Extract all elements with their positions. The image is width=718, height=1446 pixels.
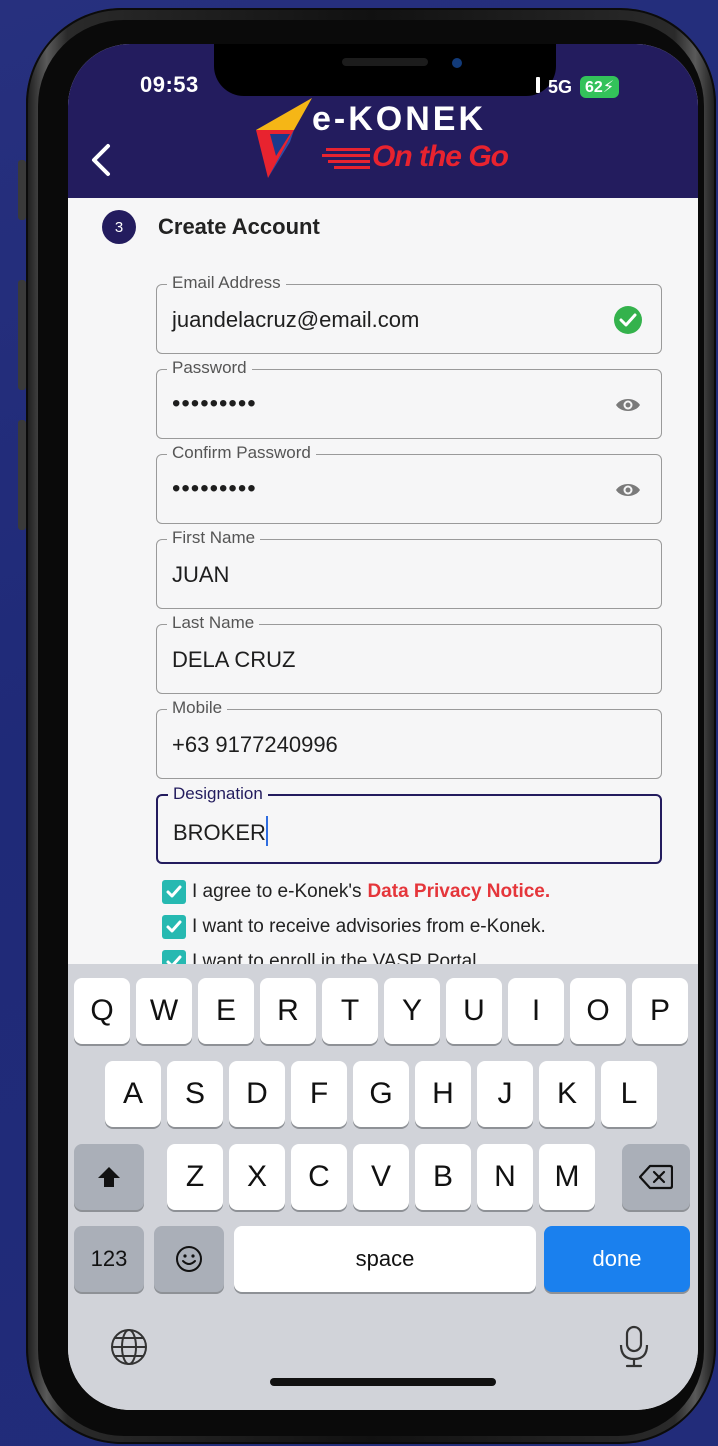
home-indicator[interactable] bbox=[270, 1378, 496, 1386]
chevron-left-icon bbox=[92, 144, 110, 176]
step-number: 3 bbox=[102, 210, 136, 244]
key-r[interactable]: R bbox=[260, 978, 316, 1044]
back-button[interactable] bbox=[86, 140, 116, 180]
battery-icon: 62⚡ bbox=[580, 76, 620, 98]
step-title: Create Account bbox=[158, 214, 320, 239]
password-value: ••••••••• bbox=[172, 390, 257, 417]
email-value: juandelacruz@email.com bbox=[172, 307, 420, 332]
shift-icon bbox=[98, 1167, 120, 1187]
password-field[interactable]: Password ••••••••• bbox=[156, 358, 662, 439]
confirm-password-label: Confirm Password bbox=[167, 443, 316, 463]
key-b[interactable]: B bbox=[415, 1144, 471, 1210]
key-l[interactable]: L bbox=[601, 1061, 657, 1127]
screen: 09:53 5G 62⚡ e-KONEK On the Go 3 Create … bbox=[68, 44, 698, 1410]
emoji-icon bbox=[176, 1246, 202, 1272]
checkbox-checked-icon[interactable] bbox=[162, 914, 186, 939]
designation-value: BROKER bbox=[173, 820, 266, 845]
numbers-key[interactable]: 123 bbox=[74, 1226, 144, 1292]
key-w[interactable]: W bbox=[136, 978, 192, 1044]
status-indicators: 5G 62⚡ bbox=[536, 76, 620, 98]
text-cursor bbox=[265, 816, 268, 846]
emoji-key[interactable] bbox=[154, 1226, 224, 1292]
key-a[interactable]: A bbox=[105, 1061, 161, 1127]
mobile-value: +63 9177240996 bbox=[172, 732, 338, 757]
last-name-value: DELA CRUZ bbox=[172, 647, 296, 672]
signal-icon bbox=[536, 76, 540, 98]
key-j[interactable]: J bbox=[477, 1061, 533, 1127]
backspace-icon bbox=[639, 1164, 673, 1190]
key-c[interactable]: C bbox=[291, 1144, 347, 1210]
step-header: 3 Create Account bbox=[102, 210, 320, 244]
key-x[interactable]: X bbox=[229, 1144, 285, 1210]
key-h[interactable]: H bbox=[415, 1061, 471, 1127]
key-v[interactable]: V bbox=[353, 1144, 409, 1210]
first-name-field[interactable]: First Name JUAN bbox=[156, 528, 662, 609]
logo-icon bbox=[256, 98, 312, 178]
volume-up-button bbox=[18, 280, 26, 390]
speed-lines-icon bbox=[322, 148, 370, 169]
battery-level: 62 bbox=[585, 79, 603, 96]
privacy-consent-text: I agree to e-Konek's bbox=[192, 880, 362, 902]
logo-subtitle: On the Go bbox=[372, 140, 509, 173]
last-name-field[interactable]: Last Name DELA CRUZ bbox=[156, 613, 662, 694]
volume-down-button bbox=[18, 420, 26, 530]
key-y[interactable]: Y bbox=[384, 978, 440, 1044]
key-u[interactable]: U bbox=[446, 978, 502, 1044]
shift-key[interactable] bbox=[74, 1144, 144, 1210]
email-field[interactable]: Email Address juandelacruz@email.com bbox=[156, 273, 662, 354]
eye-icon[interactable] bbox=[613, 390, 643, 420]
done-key[interactable]: done bbox=[544, 1226, 690, 1292]
camera bbox=[452, 58, 462, 68]
designation-input[interactable]: BROKER bbox=[173, 816, 268, 846]
keyboard: Q W E R T Y U I O P A S D F G H J K L Z … bbox=[68, 964, 698, 1410]
key-f[interactable]: F bbox=[291, 1061, 347, 1127]
key-e[interactable]: E bbox=[198, 978, 254, 1044]
key-m[interactable]: M bbox=[539, 1144, 595, 1210]
key-n[interactable]: N bbox=[477, 1144, 533, 1210]
microphone-icon[interactable] bbox=[616, 1324, 652, 1370]
privacy-consent-row[interactable]: I agree to e-Konek's Data Privacy Notice… bbox=[162, 874, 550, 909]
key-p[interactable]: P bbox=[632, 978, 688, 1044]
key-g[interactable]: G bbox=[353, 1061, 409, 1127]
password-label: Password bbox=[167, 358, 252, 378]
checkbox-checked-icon[interactable] bbox=[162, 879, 186, 904]
designation-label: Designation bbox=[168, 784, 268, 804]
side-button bbox=[18, 160, 26, 220]
mobile-label: Mobile bbox=[167, 698, 228, 718]
data-privacy-notice-link[interactable]: Data Privacy Notice. bbox=[367, 881, 550, 903]
email-label: Email Address bbox=[167, 273, 286, 293]
notch bbox=[214, 44, 556, 96]
app-header: 09:53 5G 62⚡ e-KONEK On the Go bbox=[68, 44, 698, 198]
advisories-consent-row[interactable]: I want to receive advisories from e-Kone… bbox=[162, 909, 550, 944]
first-name-value: JUAN bbox=[172, 562, 230, 587]
key-t[interactable]: T bbox=[322, 978, 378, 1044]
key-s[interactable]: S bbox=[167, 1061, 223, 1127]
designation-field[interactable]: Designation BROKER bbox=[156, 784, 662, 864]
key-q[interactable]: Q bbox=[74, 978, 130, 1044]
last-name-label: Last Name bbox=[167, 613, 260, 633]
logo-text: e-KONEK bbox=[312, 100, 487, 138]
advisories-consent-text: I want to receive advisories from e-Kone… bbox=[192, 915, 546, 937]
network-type: 5G bbox=[548, 76, 573, 97]
eye-icon[interactable] bbox=[613, 475, 643, 505]
status-time: 09:53 bbox=[140, 72, 199, 97]
space-key[interactable]: space bbox=[234, 1226, 536, 1292]
first-name-label: First Name bbox=[167, 528, 261, 548]
key-i[interactable]: I bbox=[508, 978, 564, 1044]
check-circle-icon bbox=[613, 305, 643, 335]
key-z[interactable]: Z bbox=[167, 1144, 223, 1210]
key-o[interactable]: O bbox=[570, 978, 626, 1044]
backspace-key[interactable] bbox=[622, 1144, 690, 1210]
mobile-field[interactable]: Mobile +63 9177240996 bbox=[156, 698, 662, 779]
confirm-password-value: ••••••••• bbox=[172, 475, 257, 502]
globe-icon[interactable] bbox=[108, 1326, 150, 1368]
key-d[interactable]: D bbox=[229, 1061, 285, 1127]
speaker bbox=[342, 58, 428, 66]
key-k[interactable]: K bbox=[539, 1061, 595, 1127]
confirm-password-field[interactable]: Confirm Password ••••••••• bbox=[156, 443, 662, 524]
